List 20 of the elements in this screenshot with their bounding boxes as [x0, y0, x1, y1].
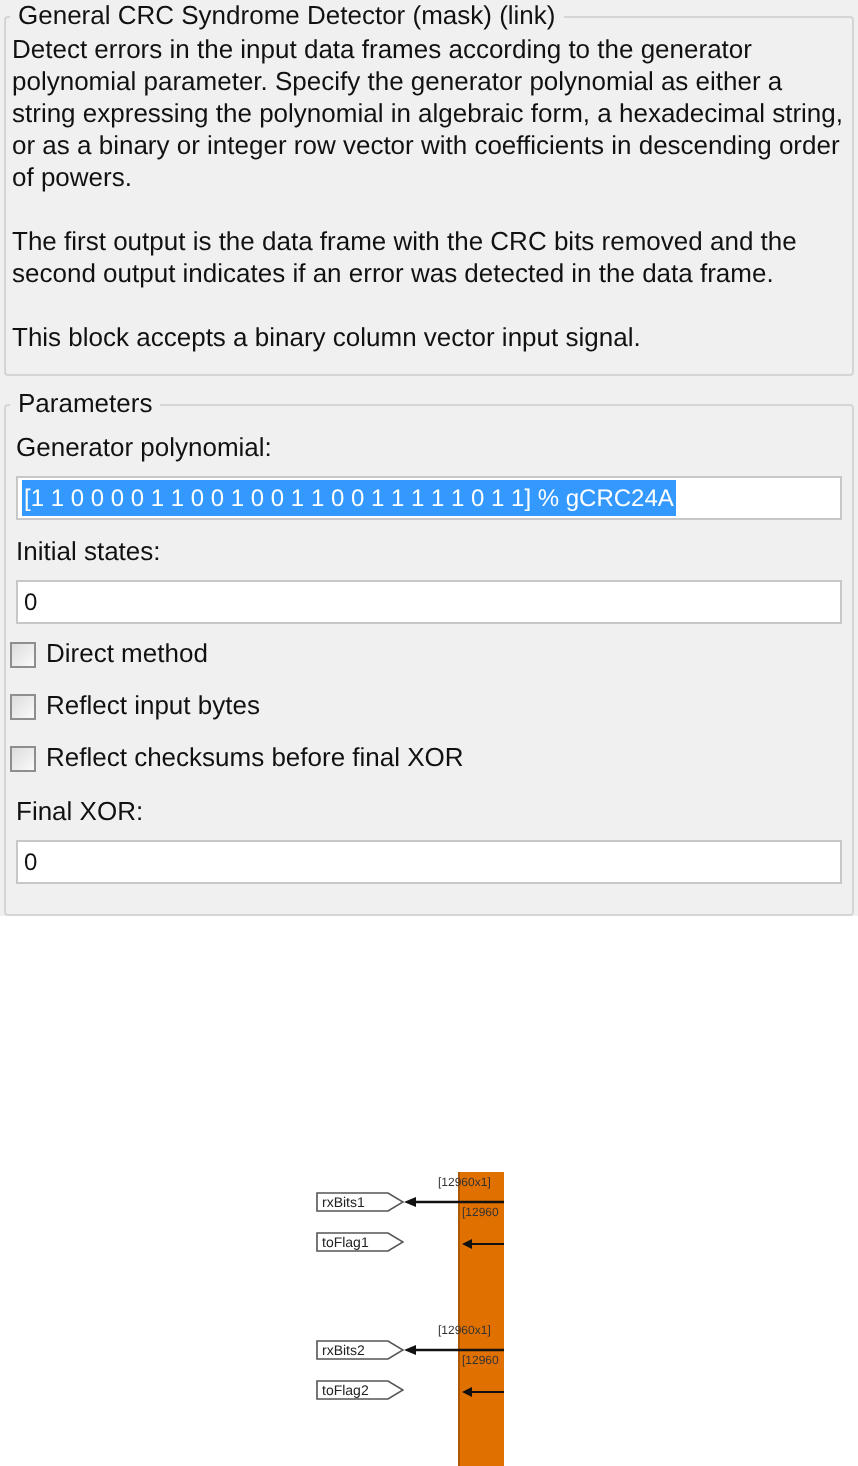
field-label: Generator polynomial:: [16, 432, 274, 464]
signal-arrow: [462, 1386, 504, 1398]
description-text: The first output is the data frame with the CRC bits removed and the second output indicates if an error was detected in the data frame.: [12, 226, 799, 290]
field-label: Initial states:: [16, 536, 163, 568]
text-field[interactable]: 0: [16, 840, 842, 884]
field-label: Final XOR:: [16, 796, 146, 828]
description-text: This block accepts a binary column vector input signal.: [12, 322, 643, 354]
checkbox[interactable]: [10, 641, 36, 667]
text-field[interactable]: 0: [16, 580, 842, 624]
section-title: General CRC Syndrome Detector (mask) (link): [16, 0, 558, 32]
section-title: Parameters: [16, 388, 155, 420]
description-text: Detect errors in the input data frames according to the generator polynomial parameter. Specify the generator polynomial as either a string expressing the polynomial in algebraic form, a hexadecimal string, or as a binary or integer row vector with coefficients in descending order of powers.: [12, 34, 845, 194]
signal-arrow: [404, 1344, 504, 1356]
checkbox[interactable]: [10, 745, 36, 771]
signal-arrow: [404, 1196, 504, 1208]
checkbox[interactable]: [10, 693, 36, 719]
signal-arrow: [462, 1238, 504, 1250]
checkbox-label: Direct method: [46, 636, 208, 673]
checkbox-label: Reflect input bytes: [46, 688, 260, 725]
checkbox-label: Reflect checksums before final XOR: [46, 740, 464, 777]
